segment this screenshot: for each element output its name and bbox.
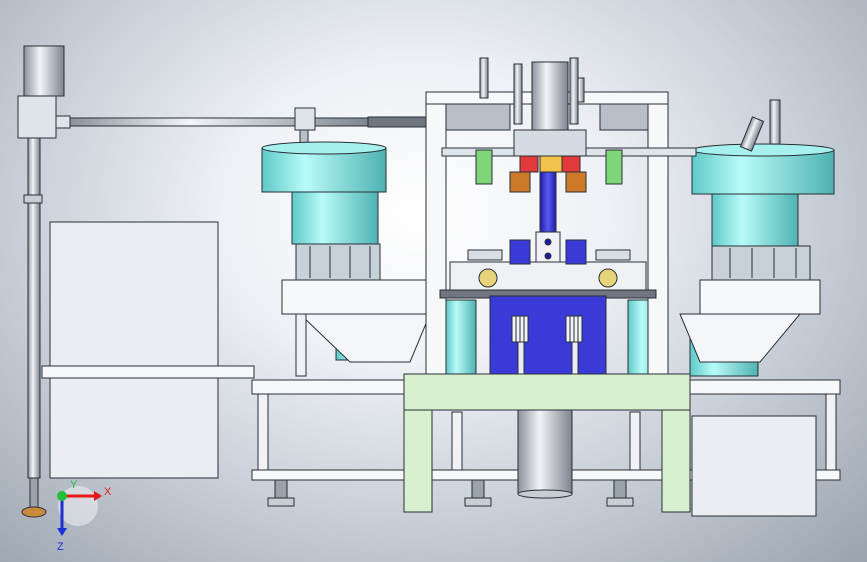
left-electrical-cabinet [41, 221, 255, 479]
x-axis-label: X [104, 486, 112, 498]
blue-lift-carriage [489, 295, 607, 379]
right-vibratory-bowl [679, 99, 835, 377]
right-cabinet [691, 415, 817, 517]
green-base-stand [403, 373, 691, 513]
cad-assembly-view: X Y Z [17, 45, 841, 553]
z-axis-label: Z [57, 541, 64, 553]
coordinate-triad: X Y Z [57, 479, 112, 553]
left-vibratory-bowl [261, 141, 431, 377]
y-axis-label: Y [70, 479, 78, 491]
